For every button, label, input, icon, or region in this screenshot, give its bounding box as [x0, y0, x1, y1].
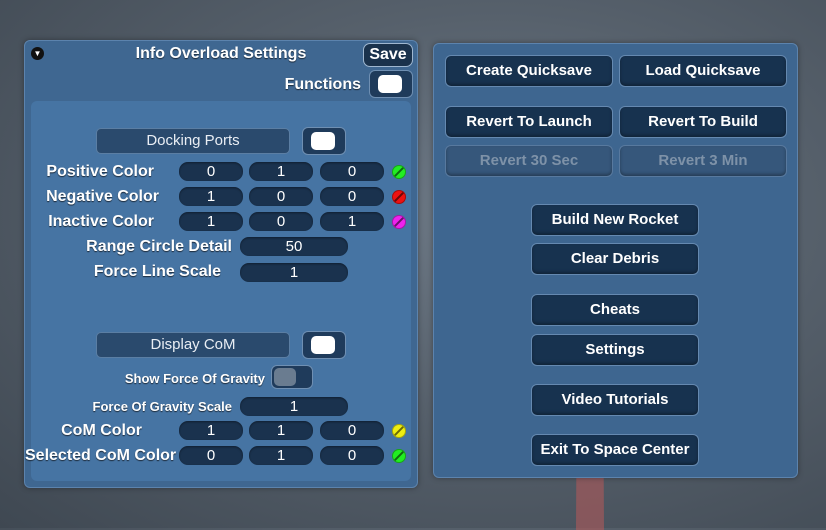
- show-force-of-gravity-toggle[interactable]: [271, 365, 313, 389]
- build-new-rocket-button[interactable]: Build New Rocket: [531, 204, 699, 236]
- create-quicksave-button[interactable]: Create Quicksave: [445, 55, 613, 87]
- game-menu-panel: Create Quicksave Load Quicksave Revert T…: [433, 43, 798, 478]
- inactive-color-r-field[interactable]: 1: [179, 212, 243, 231]
- cheats-button[interactable]: Cheats: [531, 294, 699, 326]
- range-circle-detail-field[interactable]: 50: [240, 237, 348, 256]
- functions-toggle[interactable]: [369, 70, 413, 98]
- inactive-color-g-field[interactable]: 0: [249, 212, 313, 231]
- toggle-knob: [311, 132, 335, 150]
- com-color-r-field[interactable]: 1: [179, 421, 243, 440]
- positive-color-r-field[interactable]: 0: [179, 162, 243, 181]
- com-color-label: CoM Color: [61, 422, 142, 439]
- toggle-knob: [274, 368, 296, 386]
- video-tutorials-button[interactable]: Video Tutorials: [531, 384, 699, 416]
- docking-ports-button[interactable]: Docking Ports: [96, 128, 290, 154]
- selected-com-color-swatch[interactable]: [392, 449, 406, 463]
- positive-color-swatch[interactable]: [392, 165, 406, 179]
- com-color-swatch[interactable]: [392, 424, 406, 438]
- force-line-scale-label: Force Line Scale: [93, 263, 221, 280]
- inactive-color-label: Inactive Color: [48, 213, 154, 230]
- functions-label: Functions: [284, 76, 361, 93]
- selected-com-color-r-field[interactable]: 0: [179, 446, 243, 465]
- settings-button[interactable]: Settings: [531, 334, 699, 366]
- display-com-button[interactable]: Display CoM: [96, 332, 290, 358]
- force-of-gravity-scale-label: Force Of Gravity Scale: [92, 399, 232, 414]
- panel-title: Info Overload Settings: [135, 45, 307, 62]
- docking-ports-toggle[interactable]: [302, 127, 346, 155]
- show-force-of-gravity-label: Show Force Of Gravity: [124, 371, 265, 386]
- selected-com-color-b-field[interactable]: 0: [320, 446, 384, 465]
- save-button[interactable]: Save: [363, 43, 413, 67]
- negative-color-g-field[interactable]: 0: [249, 187, 313, 206]
- exit-to-space-center-button[interactable]: Exit To Space Center: [531, 434, 699, 466]
- selected-com-color-g-field[interactable]: 1: [249, 446, 313, 465]
- toggle-knob: [311, 336, 335, 354]
- negative-color-label: Negative Color: [46, 188, 159, 205]
- positive-color-label: Positive Color: [46, 163, 154, 180]
- positive-color-g-field[interactable]: 1: [249, 162, 313, 181]
- selected-com-color-label: Selected CoM Color: [25, 447, 177, 464]
- revert-3-min-button[interactable]: Revert 3 Min: [619, 145, 787, 177]
- inactive-color-b-field[interactable]: 1: [320, 212, 384, 231]
- positive-color-b-field[interactable]: 0: [320, 162, 384, 181]
- revert-30-sec-button[interactable]: Revert 30 Sec: [445, 145, 613, 177]
- display-com-toggle[interactable]: [302, 331, 346, 359]
- load-quicksave-button[interactable]: Load Quicksave: [619, 55, 787, 87]
- negative-color-b-field[interactable]: 0: [320, 187, 384, 206]
- inactive-color-swatch[interactable]: [392, 215, 406, 229]
- negative-color-swatch[interactable]: [392, 190, 406, 204]
- negative-color-r-field[interactable]: 1: [179, 187, 243, 206]
- force-line-scale-field[interactable]: 1: [240, 263, 348, 282]
- range-circle-detail-label: Range Circle Detail: [86, 238, 232, 255]
- info-overload-settings-panel: ▼ Info Overload Settings Save Functions …: [24, 40, 418, 488]
- com-color-g-field[interactable]: 1: [249, 421, 313, 440]
- revert-to-launch-button[interactable]: Revert To Launch: [445, 106, 613, 138]
- toggle-knob: [378, 75, 402, 93]
- revert-to-build-button[interactable]: Revert To Build: [619, 106, 787, 138]
- clear-debris-button[interactable]: Clear Debris: [531, 243, 699, 275]
- force-of-gravity-scale-field[interactable]: 1: [240, 397, 348, 416]
- com-color-b-field[interactable]: 0: [320, 421, 384, 440]
